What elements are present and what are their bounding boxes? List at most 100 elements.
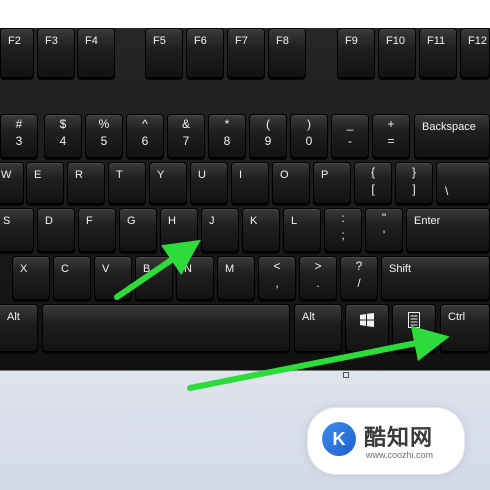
key-backspace[interactable]: Backspace [414,114,490,158]
key-t[interactable]: T [108,162,146,204]
key-label: Shift [389,263,412,275]
key-label: F4 [85,35,98,47]
key-f10[interactable]: F10 [378,28,416,78]
key-i[interactable]: I [231,162,269,204]
key-c[interactable]: C [53,256,91,300]
key-label: F9 [345,35,358,47]
key-label: R [75,169,83,181]
key-label-bottom: 0 [305,134,313,149]
key-label-top: $ [59,117,67,131]
key-l[interactable]: L [283,208,321,252]
key-label-top: ? [355,259,363,273]
key-label-bottom: ] [412,182,416,197]
windows-logo-icon [360,313,374,327]
key-f3[interactable]: F3 [37,28,75,78]
key-label-top: _ [346,117,354,131]
key-quote[interactable]: " ' [365,208,403,252]
key-m[interactable]: M [217,256,255,300]
key-label-top: > [314,259,322,273]
key-s[interactable]: S [0,208,34,252]
key-v[interactable]: V [94,256,132,300]
key-f7[interactable]: F7 [227,28,265,78]
key-5[interactable]: % 5 [85,114,123,158]
key-u[interactable]: U [190,162,228,204]
key-y[interactable]: Y [149,162,187,204]
key-x[interactable]: X [12,256,50,300]
key-o[interactable]: O [272,162,310,204]
key-label: F8 [276,35,289,47]
key-h[interactable]: H [160,208,198,252]
key-label: O [280,169,289,181]
key-backslash[interactable]: \ [436,162,490,204]
key-f2[interactable]: F2 [0,28,34,78]
key-comma[interactable]: <, [258,256,296,300]
key-j[interactable]: J [201,208,239,252]
key-3[interactable]: #3 [0,114,38,158]
text-cursor-marker [343,372,349,378]
key-g[interactable]: G [119,208,157,252]
key-minus[interactable]: _ - [331,114,369,158]
key-label: U [198,169,206,181]
key-label-top: ( [266,117,270,131]
key-label-bottom: 9 [264,134,272,149]
key-equals[interactable]: + = [372,114,410,158]
key-alt-left[interactable]: Alt [0,304,38,352]
key-label-bottom: ; [341,228,345,243]
key-right-bracket[interactable]: }] [395,162,433,204]
key-menu[interactable] [392,304,436,352]
key-label: T [116,169,123,181]
key-windows[interactable] [345,304,389,352]
key-label-top: * [224,117,230,131]
key-space[interactable] [42,304,290,352]
key-9[interactable]: (9 [249,114,287,158]
key-f9[interactable]: F9 [337,28,375,78]
key-enter[interactable]: Enter [406,208,490,252]
key-f12[interactable]: F12 [460,28,490,78]
key-label: L [291,215,298,227]
key-alt-right[interactable]: Alt [294,304,342,352]
key-n[interactable]: N [176,256,214,300]
key-f4[interactable]: F4 [77,28,115,78]
watermark-logo-icon: K [322,422,356,456]
key-e[interactable]: E [26,162,64,204]
key-6[interactable]: ^ 6 [126,114,164,158]
key-k[interactable]: K [242,208,280,252]
key-7[interactable]: & 7 [167,114,205,158]
key-label-bottom: 4 [59,134,67,149]
key-label: Y [157,169,165,181]
key-label-top: : [341,211,345,225]
key-label: Ctrl [448,311,466,323]
key-ctrl[interactable]: Ctrl [440,304,490,352]
watermark: K 酷知网 www.coozhi.com [308,408,464,474]
key-f6[interactable]: F6 [186,28,224,78]
key-p[interactable]: P [313,162,351,204]
key-b[interactable]: B [135,256,173,300]
key-r[interactable]: R [67,162,105,204]
key-label-bottom: . [316,276,320,291]
key-f[interactable]: F [78,208,116,252]
key-label: I [239,169,243,181]
key-label: F10 [386,35,405,47]
key-period[interactable]: >. [299,256,337,300]
watermark-name: 酷知网 [364,426,434,451]
key-label-top: < [273,259,281,273]
key-0[interactable]: ) 0 [290,114,328,158]
key-label-top: ) [307,117,311,131]
key-label-top: " [381,211,387,225]
key-label: B [143,263,151,275]
key-shift[interactable]: Shift [381,256,490,300]
key-4[interactable]: $4 [44,114,82,158]
key-slash[interactable]: ? / [340,256,378,300]
key-label: F3 [45,35,58,47]
key-label: C [61,263,69,275]
key-w[interactable]: W [0,162,24,204]
key-label: X [20,263,28,275]
key-left-bracket[interactable]: {[ [354,162,392,204]
key-f11[interactable]: F11 [419,28,457,78]
key-d[interactable]: D [37,208,75,252]
key-label-top: + [387,117,395,131]
key-8[interactable]: * 8 [208,114,246,158]
key-f5[interactable]: F5 [145,28,183,78]
key-semicolon[interactable]: :; [324,208,362,252]
key-f8[interactable]: F8 [268,28,306,78]
